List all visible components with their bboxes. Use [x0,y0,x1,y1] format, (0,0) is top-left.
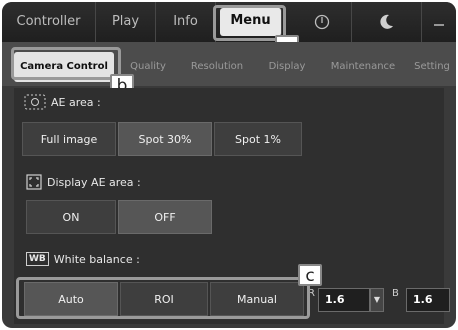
moon-icon [379,14,393,29]
display-ae-text: Display AE area : [47,175,141,189]
ae-area-text: AE area : [51,95,101,109]
callout-c-label: c [298,264,322,286]
white-balance-label: WB White balance : [26,252,140,266]
tab-info[interactable]: Info [156,2,216,42]
ae-area-icon [24,94,46,110]
minimize-icon [434,23,444,26]
r-gain-dropdown-icon[interactable]: ▼ [370,288,384,312]
power-icon [314,14,329,29]
subtab-resolution[interactable]: Resolution [182,52,252,82]
subtab-maintenance[interactable]: Maintenance [322,52,404,82]
night-mode-tab[interactable] [352,2,422,42]
tab-controller[interactable]: Controller [2,2,96,42]
r-gain-field[interactable]: 1.6 [318,288,370,312]
wb-icon: WB [26,252,49,266]
display-ae-on-button[interactable]: ON [26,200,116,234]
subtab-display[interactable]: Display [256,52,318,82]
display-ae-label: Display AE area : [26,174,141,190]
subtab-setting[interactable]: Setting [408,52,456,82]
b-gain-field[interactable]: 1.6 [406,288,450,312]
overflow-tab[interactable] [422,2,456,42]
b-gain-label: B [392,288,399,299]
ae-spot-1-button[interactable]: Spot 1% [214,122,302,156]
ae-area-label: AE area : [24,94,101,110]
app-window: Controller Play Info Menu a Camera Contr… [2,2,456,328]
callout-b-box [11,47,121,80]
white-balance-text: White balance : [53,252,140,266]
ae-full-image-button[interactable]: Full image [22,122,116,156]
ae-spot-30-button[interactable]: Spot 30% [118,122,212,156]
tab-play[interactable]: Play [96,2,156,42]
display-ae-icon [26,174,42,190]
display-ae-off-button[interactable]: OFF [118,200,212,234]
power-tab[interactable] [292,2,352,42]
callout-c-box [16,277,310,319]
